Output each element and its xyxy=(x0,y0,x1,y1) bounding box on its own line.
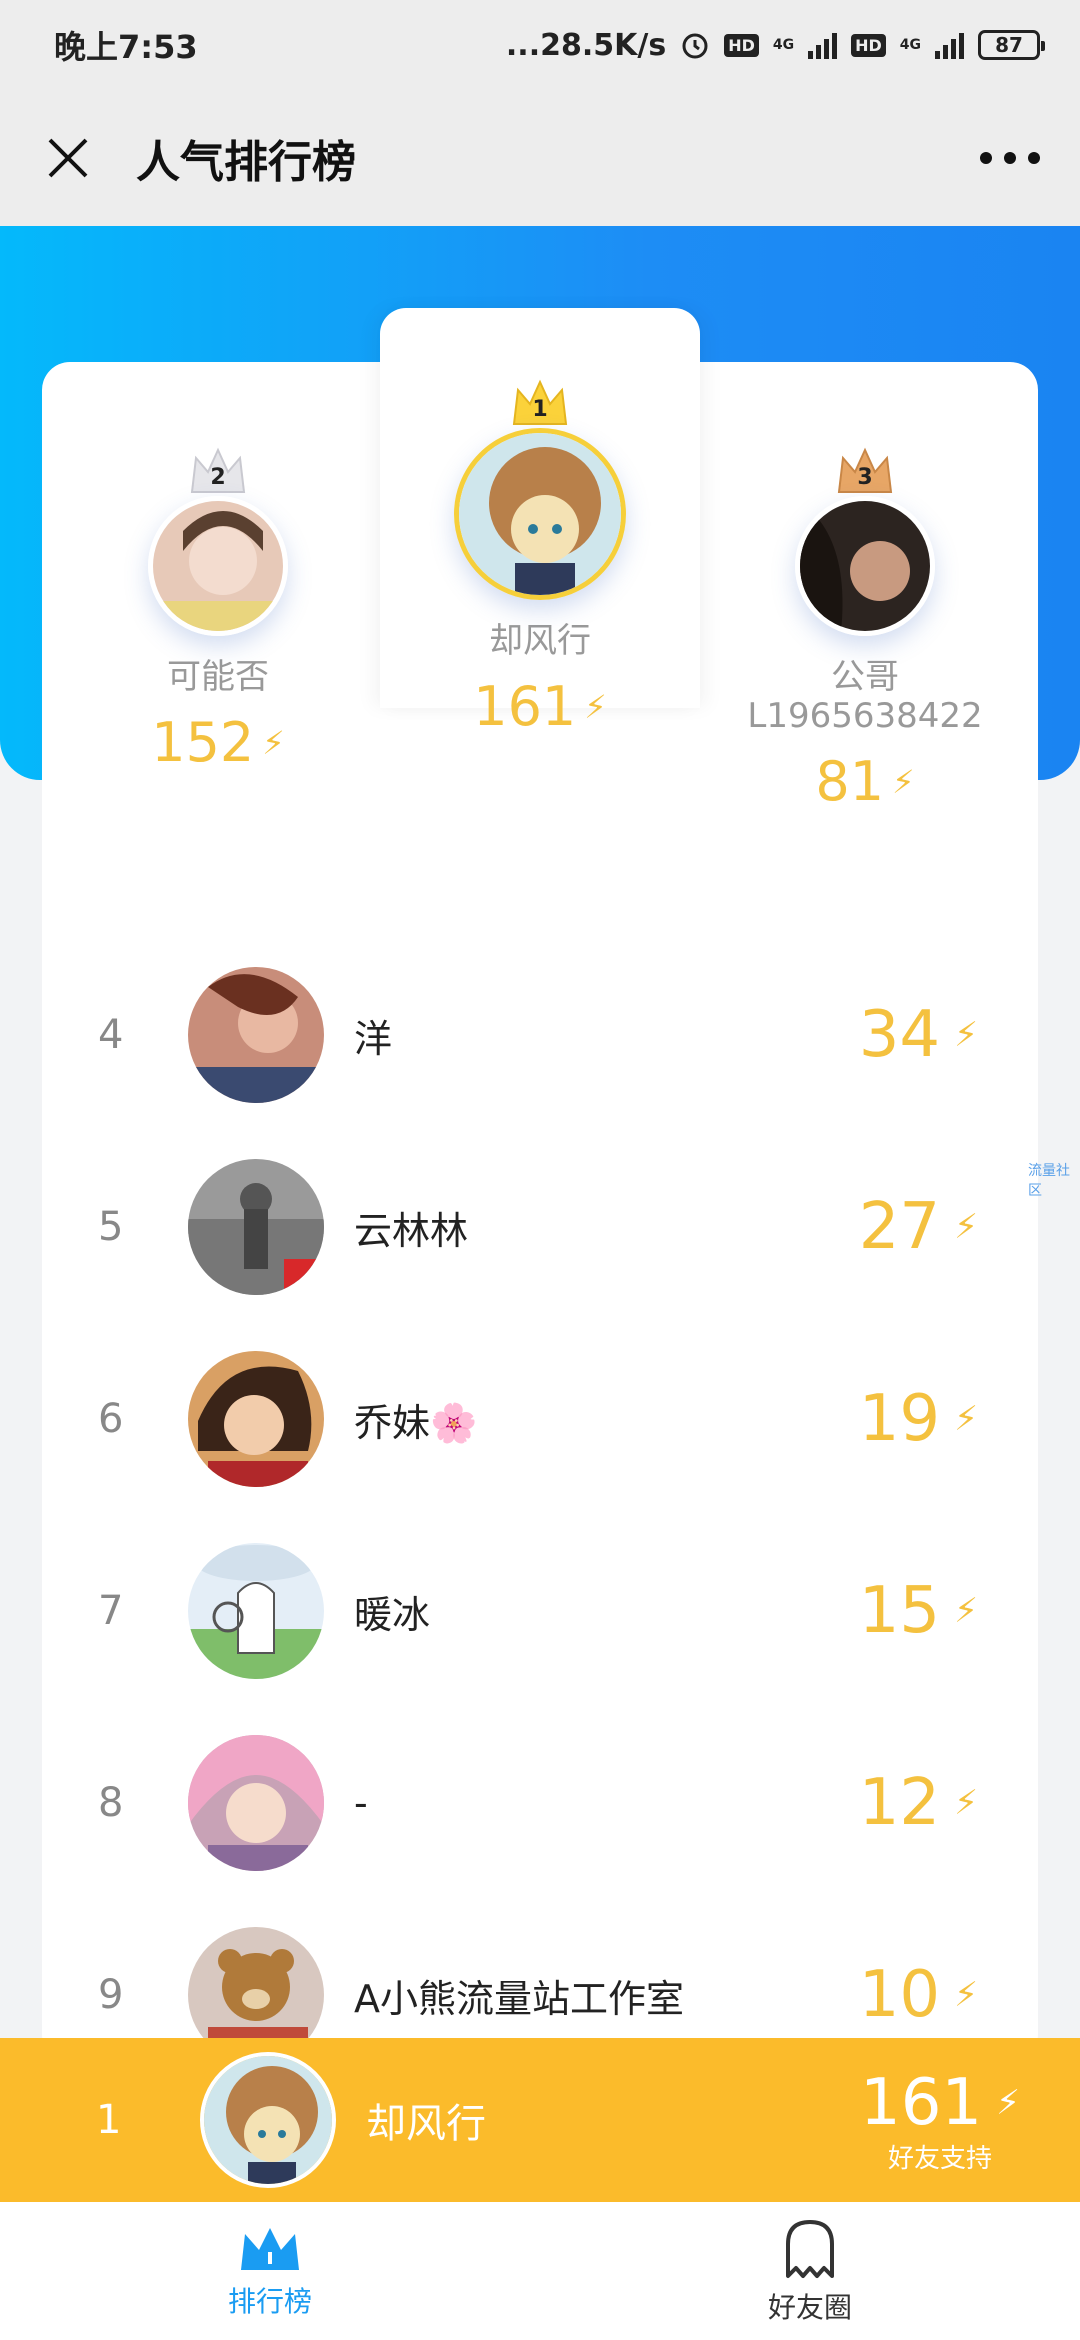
avatar-third xyxy=(795,496,935,636)
rank-number: 5 xyxy=(98,1204,124,1250)
score: 34 ⚡ xyxy=(859,998,978,1072)
score-value: 15 xyxy=(858,1574,941,1648)
bolt-icon: ⚡ xyxy=(954,1783,978,1823)
score: 12 ⚡ xyxy=(859,1766,978,1840)
podium-third[interactable]: 3 公哥 L1965638422 81 ⚡ xyxy=(747,446,983,813)
podium-second-name: 可能否 xyxy=(167,657,269,697)
my-score-block: 161 ⚡ 好友支持 xyxy=(860,2066,1020,2175)
podium: 2 可能否 152 ⚡ 1 却风行 161 ⚡ 3 公哥 L1965638422… xyxy=(0,0,1080,900)
score-value: 81 xyxy=(815,750,885,814)
list-item[interactable]: 6 乔妹🌸 19 ⚡ xyxy=(42,1324,1038,1514)
rank-number: 2 xyxy=(210,464,226,490)
podium-first[interactable]: 1 却风行 161 ⚡ xyxy=(450,378,630,738)
rank-number: 9 xyxy=(98,1972,124,2018)
my-score: 161 ⚡ xyxy=(860,2066,1020,2140)
bottom-nav: 排行榜 好友圈 xyxy=(0,2202,1080,2340)
list-item[interactable]: 4 洋 34 ⚡ xyxy=(42,940,1038,1130)
bolt-icon: ⚡ xyxy=(584,687,607,726)
crown-gold-icon: 1 xyxy=(510,378,570,428)
podium-second-score: 152 ⚡ xyxy=(151,711,285,774)
tab-ranking[interactable]: 排行榜 xyxy=(0,2202,540,2340)
my-rank-number: 1 xyxy=(96,2097,122,2143)
bolt-icon: ⚡ xyxy=(954,1399,978,1439)
tab-friends[interactable]: 好友圈 xyxy=(540,2202,1080,2340)
rank-number: 1 xyxy=(532,396,548,422)
score-value: 161 xyxy=(473,675,577,739)
bolt-icon: ⚡ xyxy=(262,723,285,762)
my-score-subtitle: 好友支持 xyxy=(887,2143,992,2174)
user-name: 洋 xyxy=(354,1016,393,1061)
list-item[interactable]: 7 暖冰 15 ⚡ xyxy=(42,1516,1038,1706)
score: 10 ⚡ xyxy=(859,1958,978,2032)
score-value: 161 xyxy=(859,2065,983,2140)
score: 15 ⚡ xyxy=(859,1574,978,1648)
rank-number: 8 xyxy=(98,1780,124,1826)
bolt-icon: ⚡ xyxy=(892,762,915,801)
tab-friends-label: 好友圈 xyxy=(767,2291,852,2324)
bolt-icon: ⚡ xyxy=(954,1975,978,2015)
podium-first-name: 却风行 xyxy=(489,621,591,661)
avatar-first xyxy=(454,428,626,600)
rank-number: 4 xyxy=(98,1012,124,1058)
avatar xyxy=(188,1543,324,1679)
bolt-icon: ⚡ xyxy=(954,1015,978,1055)
podium-third-score: 81 ⚡ xyxy=(815,750,914,813)
avatar xyxy=(188,1735,324,1871)
score-value: 27 xyxy=(858,1190,941,1264)
list-item[interactable]: 5 云林林 27 ⚡ xyxy=(42,1132,1038,1322)
score: 27 ⚡ xyxy=(859,1190,978,1264)
my-user-name: 却风行 xyxy=(366,2101,486,2147)
podium-second[interactable]: 2 可能否 152 ⚡ xyxy=(128,446,308,774)
side-label: 流量社区 xyxy=(1028,1163,1070,1199)
rank-number: 7 xyxy=(98,1588,124,1634)
score: 19 ⚡ xyxy=(859,1382,978,1456)
score-value: 10 xyxy=(858,1958,941,2032)
score-value: 19 xyxy=(858,1382,941,1456)
user-name: 云林林 xyxy=(354,1208,469,1253)
score-value: 34 xyxy=(858,998,941,1072)
tab-ranking-label: 排行榜 xyxy=(227,2285,312,2318)
name-line-1: 公哥 xyxy=(831,657,899,697)
avatar xyxy=(188,967,324,1103)
avatar xyxy=(188,1351,324,1487)
rank-number: 6 xyxy=(98,1396,124,1442)
user-name: 暖冰 xyxy=(354,1592,431,1637)
user-name: A小熊流量站工作室 xyxy=(354,1976,684,2021)
crown-bronze-icon: 3 xyxy=(835,446,895,496)
podium-first-score: 161 ⚡ xyxy=(473,675,607,738)
my-avatar xyxy=(200,2052,336,2188)
avatar xyxy=(188,1159,324,1295)
podium-third-name: 公哥 L1965638422 xyxy=(747,657,983,737)
name-line-2: L1965638422 xyxy=(747,696,983,737)
score-value: 12 xyxy=(858,1766,941,1840)
list-item[interactable]: 8 - 12 ⚡ xyxy=(42,1708,1038,1898)
crown-silver-icon: 2 xyxy=(188,446,248,496)
user-name: - xyxy=(354,1781,368,1825)
rank-number: 3 xyxy=(857,464,873,490)
my-rank-bar[interactable]: 1 却风行 161 ⚡ 好友支持 xyxy=(0,2038,1080,2202)
crown-icon xyxy=(241,2228,299,2270)
ghost-icon xyxy=(786,2220,834,2278)
bolt-icon: ⚡ xyxy=(954,1207,978,1247)
avatar-second xyxy=(148,496,288,636)
bolt-icon: ⚡ xyxy=(996,2082,1020,2123)
score-value: 152 xyxy=(151,711,255,775)
bolt-icon: ⚡ xyxy=(954,1591,978,1631)
user-name: 乔妹🌸 xyxy=(354,1400,478,1445)
